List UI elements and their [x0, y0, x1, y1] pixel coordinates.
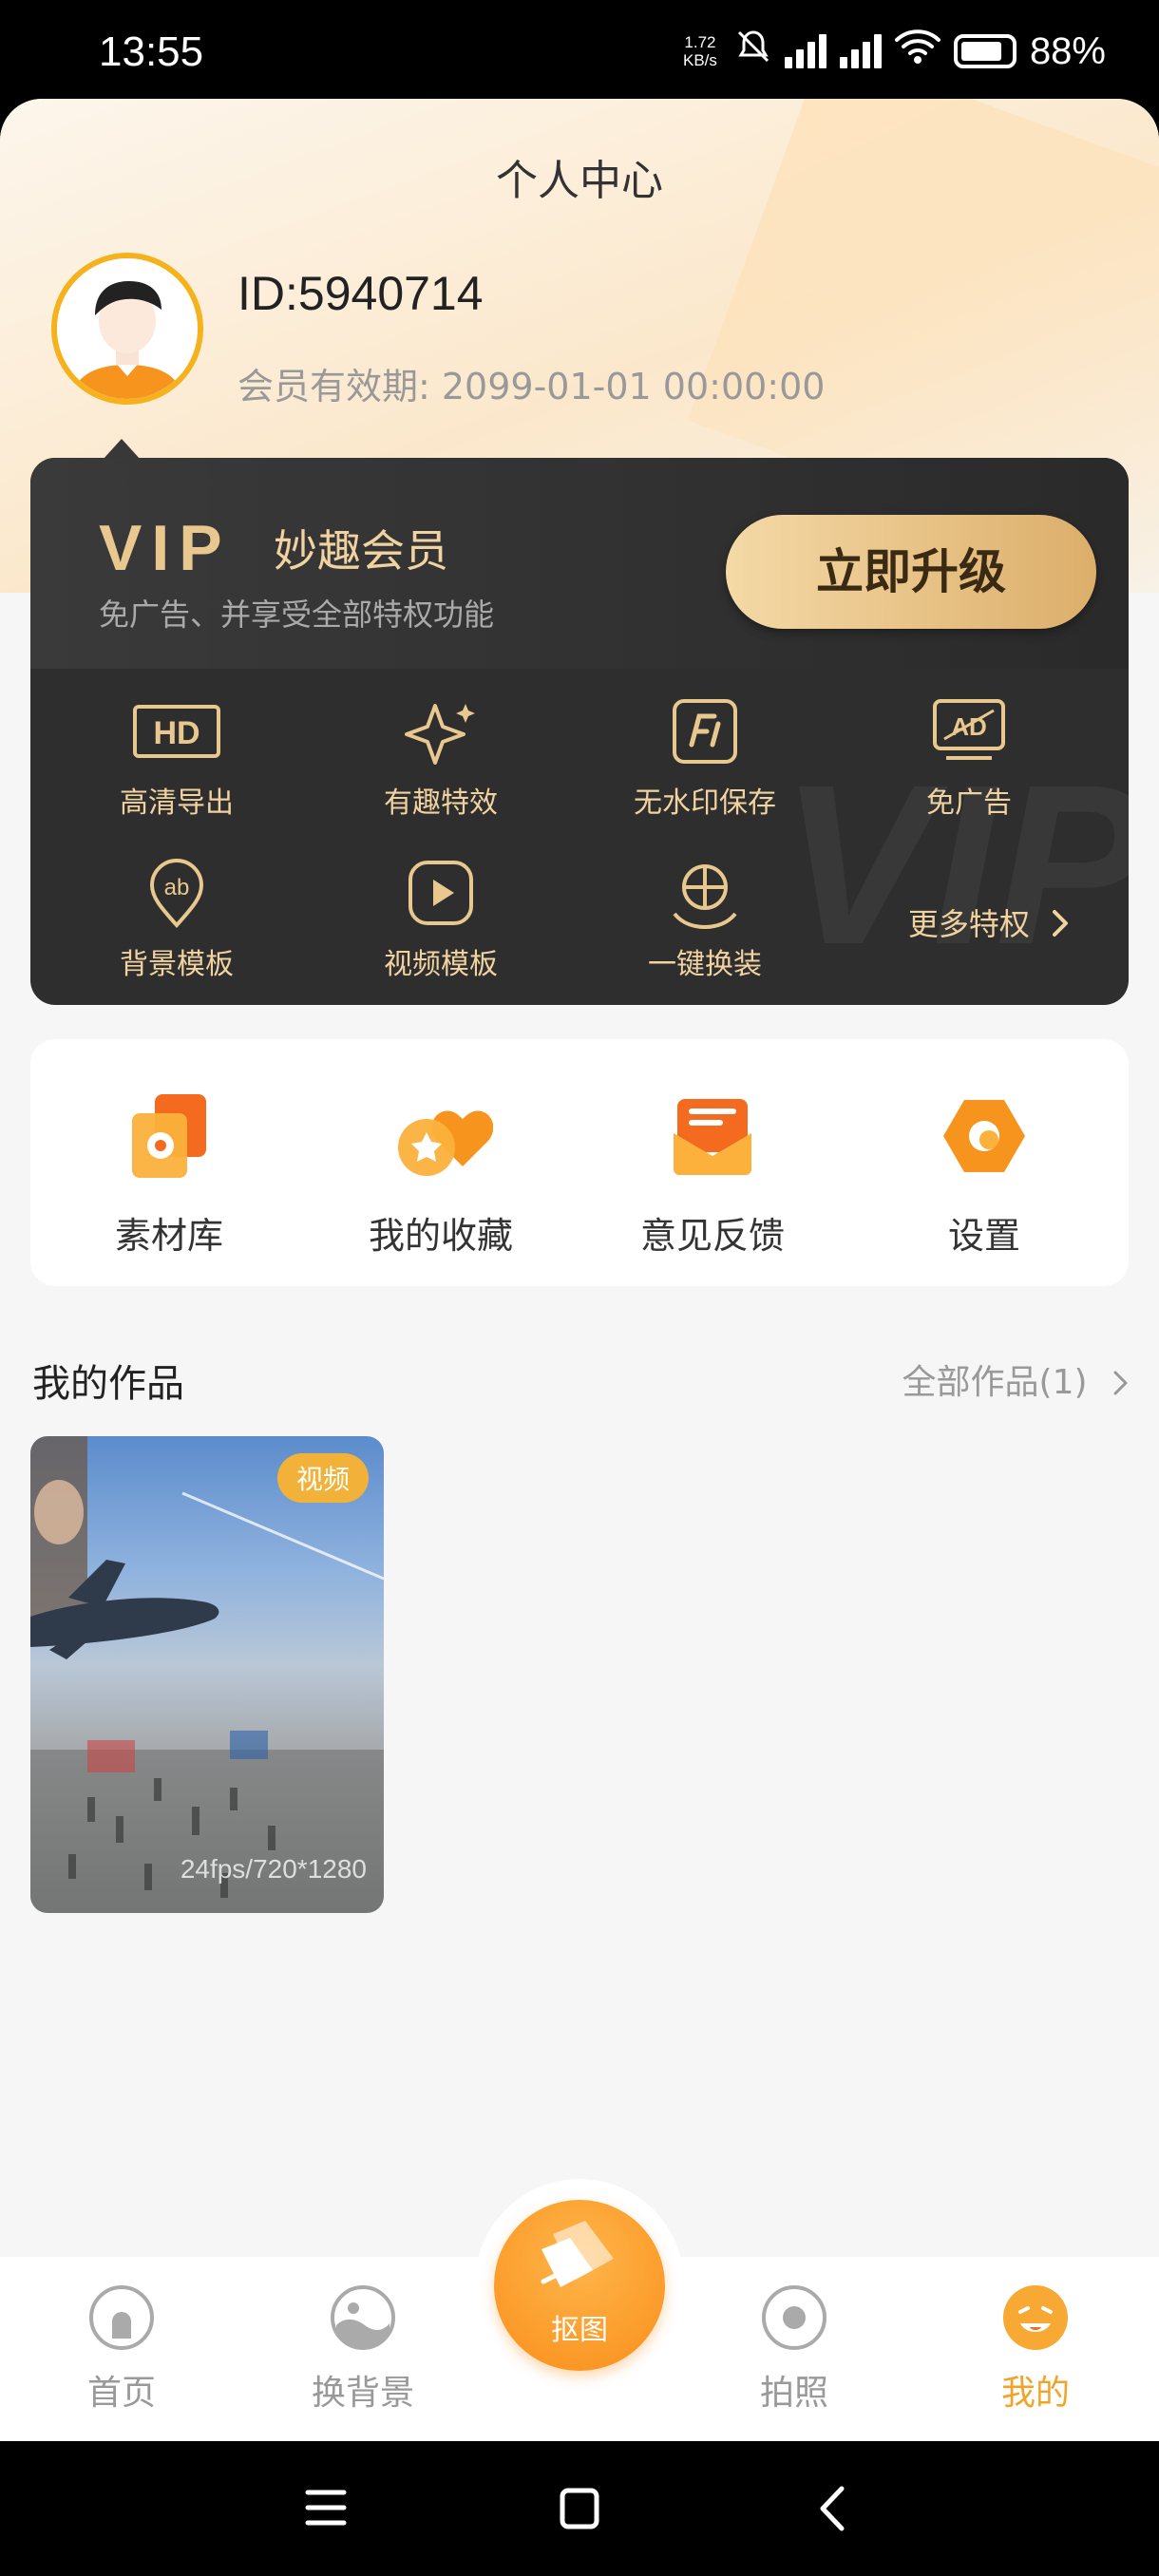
- quick-tools-panel: 素材库 我的收藏 意见反馈 设置: [30, 1039, 1129, 1286]
- vip-card[interactable]: VIP VIP 妙趣会员 免广告、并享受全部特权功能 立即升级 HD 高清导出 …: [30, 458, 1129, 1005]
- chevron-right-icon: [1039, 906, 1072, 942]
- ad-free-icon: AD: [836, 693, 1102, 769]
- work-meta: 24fps/720*1280: [180, 1854, 367, 1884]
- perk-outfit-swap[interactable]: 一键换装: [572, 855, 838, 982]
- work-thumbnail[interactable]: 视频 24fps/720*1280: [30, 1436, 384, 1913]
- favorites-icon: [317, 1089, 564, 1184]
- nav-home[interactable]: 首页: [27, 2280, 217, 2415]
- svg-text:HD: HD: [153, 715, 200, 751]
- status-bar: 13:55 1.72 KB/s 88%: [0, 0, 1159, 99]
- camera-icon: [699, 2280, 889, 2356]
- vip-name: 妙趣会员: [274, 525, 448, 577]
- work-type-badge: 视频: [276, 1453, 369, 1503]
- chevron-right-icon: [1098, 1363, 1130, 1402]
- perk-hd-export[interactable]: HD 高清导出: [44, 693, 310, 821]
- battery-level: 88%: [1029, 29, 1106, 72]
- vip-logo: VIP: [99, 512, 232, 584]
- profile-icon: [940, 2280, 1130, 2356]
- nav-change-background[interactable]: 换背景: [268, 2280, 458, 2415]
- works-title: 我的作品: [32, 1362, 184, 1406]
- perk-video-template[interactable]: 视频模板: [308, 855, 574, 982]
- perk-ad-free[interactable]: AD 免广告: [836, 693, 1102, 821]
- signal-icon: [784, 34, 826, 68]
- perk-no-watermark[interactable]: 无水印保存: [572, 693, 838, 821]
- perk-background-template[interactable]: ab 背景模板: [44, 855, 310, 982]
- work-preview-image-icon: [30, 1436, 384, 1913]
- hd-icon: HD: [44, 693, 310, 769]
- change-background-icon: [268, 2280, 458, 2356]
- app-screen: 个人中心 ID:5940714 会员有效期: 2099-01-01 00:00:…: [0, 99, 1159, 2441]
- system-nav-bar: [0, 2441, 1159, 2576]
- perk-fun-effects[interactable]: 有趣特效: [308, 693, 574, 821]
- cutout-button[interactable]: 抠图: [494, 2200, 665, 2371]
- vip-pointer: [103, 439, 141, 460]
- avatar[interactable]: [51, 253, 203, 405]
- settings-icon: [861, 1089, 1108, 1184]
- tool-material-library[interactable]: 素材库: [46, 1089, 293, 1259]
- feedback-icon: [589, 1089, 836, 1184]
- no-watermark-icon: [572, 693, 838, 769]
- tool-favorites[interactable]: 我的收藏: [317, 1089, 564, 1259]
- signal-icon-2: [839, 34, 882, 68]
- network-speed: 1.72 KB/s: [682, 33, 717, 69]
- status-time: 13:55: [99, 28, 204, 75]
- tool-settings[interactable]: 设置: [861, 1089, 1108, 1259]
- svg-text:ab: ab: [164, 875, 190, 900]
- avatar-illustration-icon: [57, 258, 198, 399]
- vip-subtitle: 免广告、并享受全部特权功能: [99, 597, 495, 633]
- back-icon[interactable]: [815, 2485, 847, 2536]
- tool-feedback[interactable]: 意见反馈: [589, 1089, 836, 1259]
- nav-camera[interactable]: 拍照: [699, 2280, 889, 2415]
- nav-profile[interactable]: 我的: [940, 2280, 1130, 2415]
- status-icons: 1.72 KB/s 88%: [678, 28, 1106, 74]
- battery-icon: [953, 34, 1016, 68]
- upgrade-button[interactable]: 立即升级: [726, 515, 1096, 629]
- background-template-icon: ab: [44, 855, 310, 931]
- more-perks-link[interactable]: 更多特权: [908, 900, 1072, 944]
- home-icon: [27, 2280, 217, 2356]
- page-title: 个人中心: [496, 157, 663, 205]
- cutout-icon: [541, 2221, 614, 2287]
- mute-icon: [735, 28, 771, 74]
- outfit-swap-icon: [572, 855, 838, 931]
- wifi-icon: [894, 28, 940, 74]
- menu-icon[interactable]: [304, 2487, 348, 2532]
- material-library-icon: [46, 1089, 293, 1184]
- member-expiry: 会员有效期: 2099-01-01 00:00:00: [238, 366, 826, 407]
- all-works-link[interactable]: 全部作品(1): [902, 1354, 1130, 1404]
- user-id: ID:5940714: [238, 267, 484, 320]
- sparkle-icon: [308, 693, 574, 769]
- home-button-icon[interactable]: [559, 2487, 600, 2534]
- video-template-icon: [308, 855, 574, 931]
